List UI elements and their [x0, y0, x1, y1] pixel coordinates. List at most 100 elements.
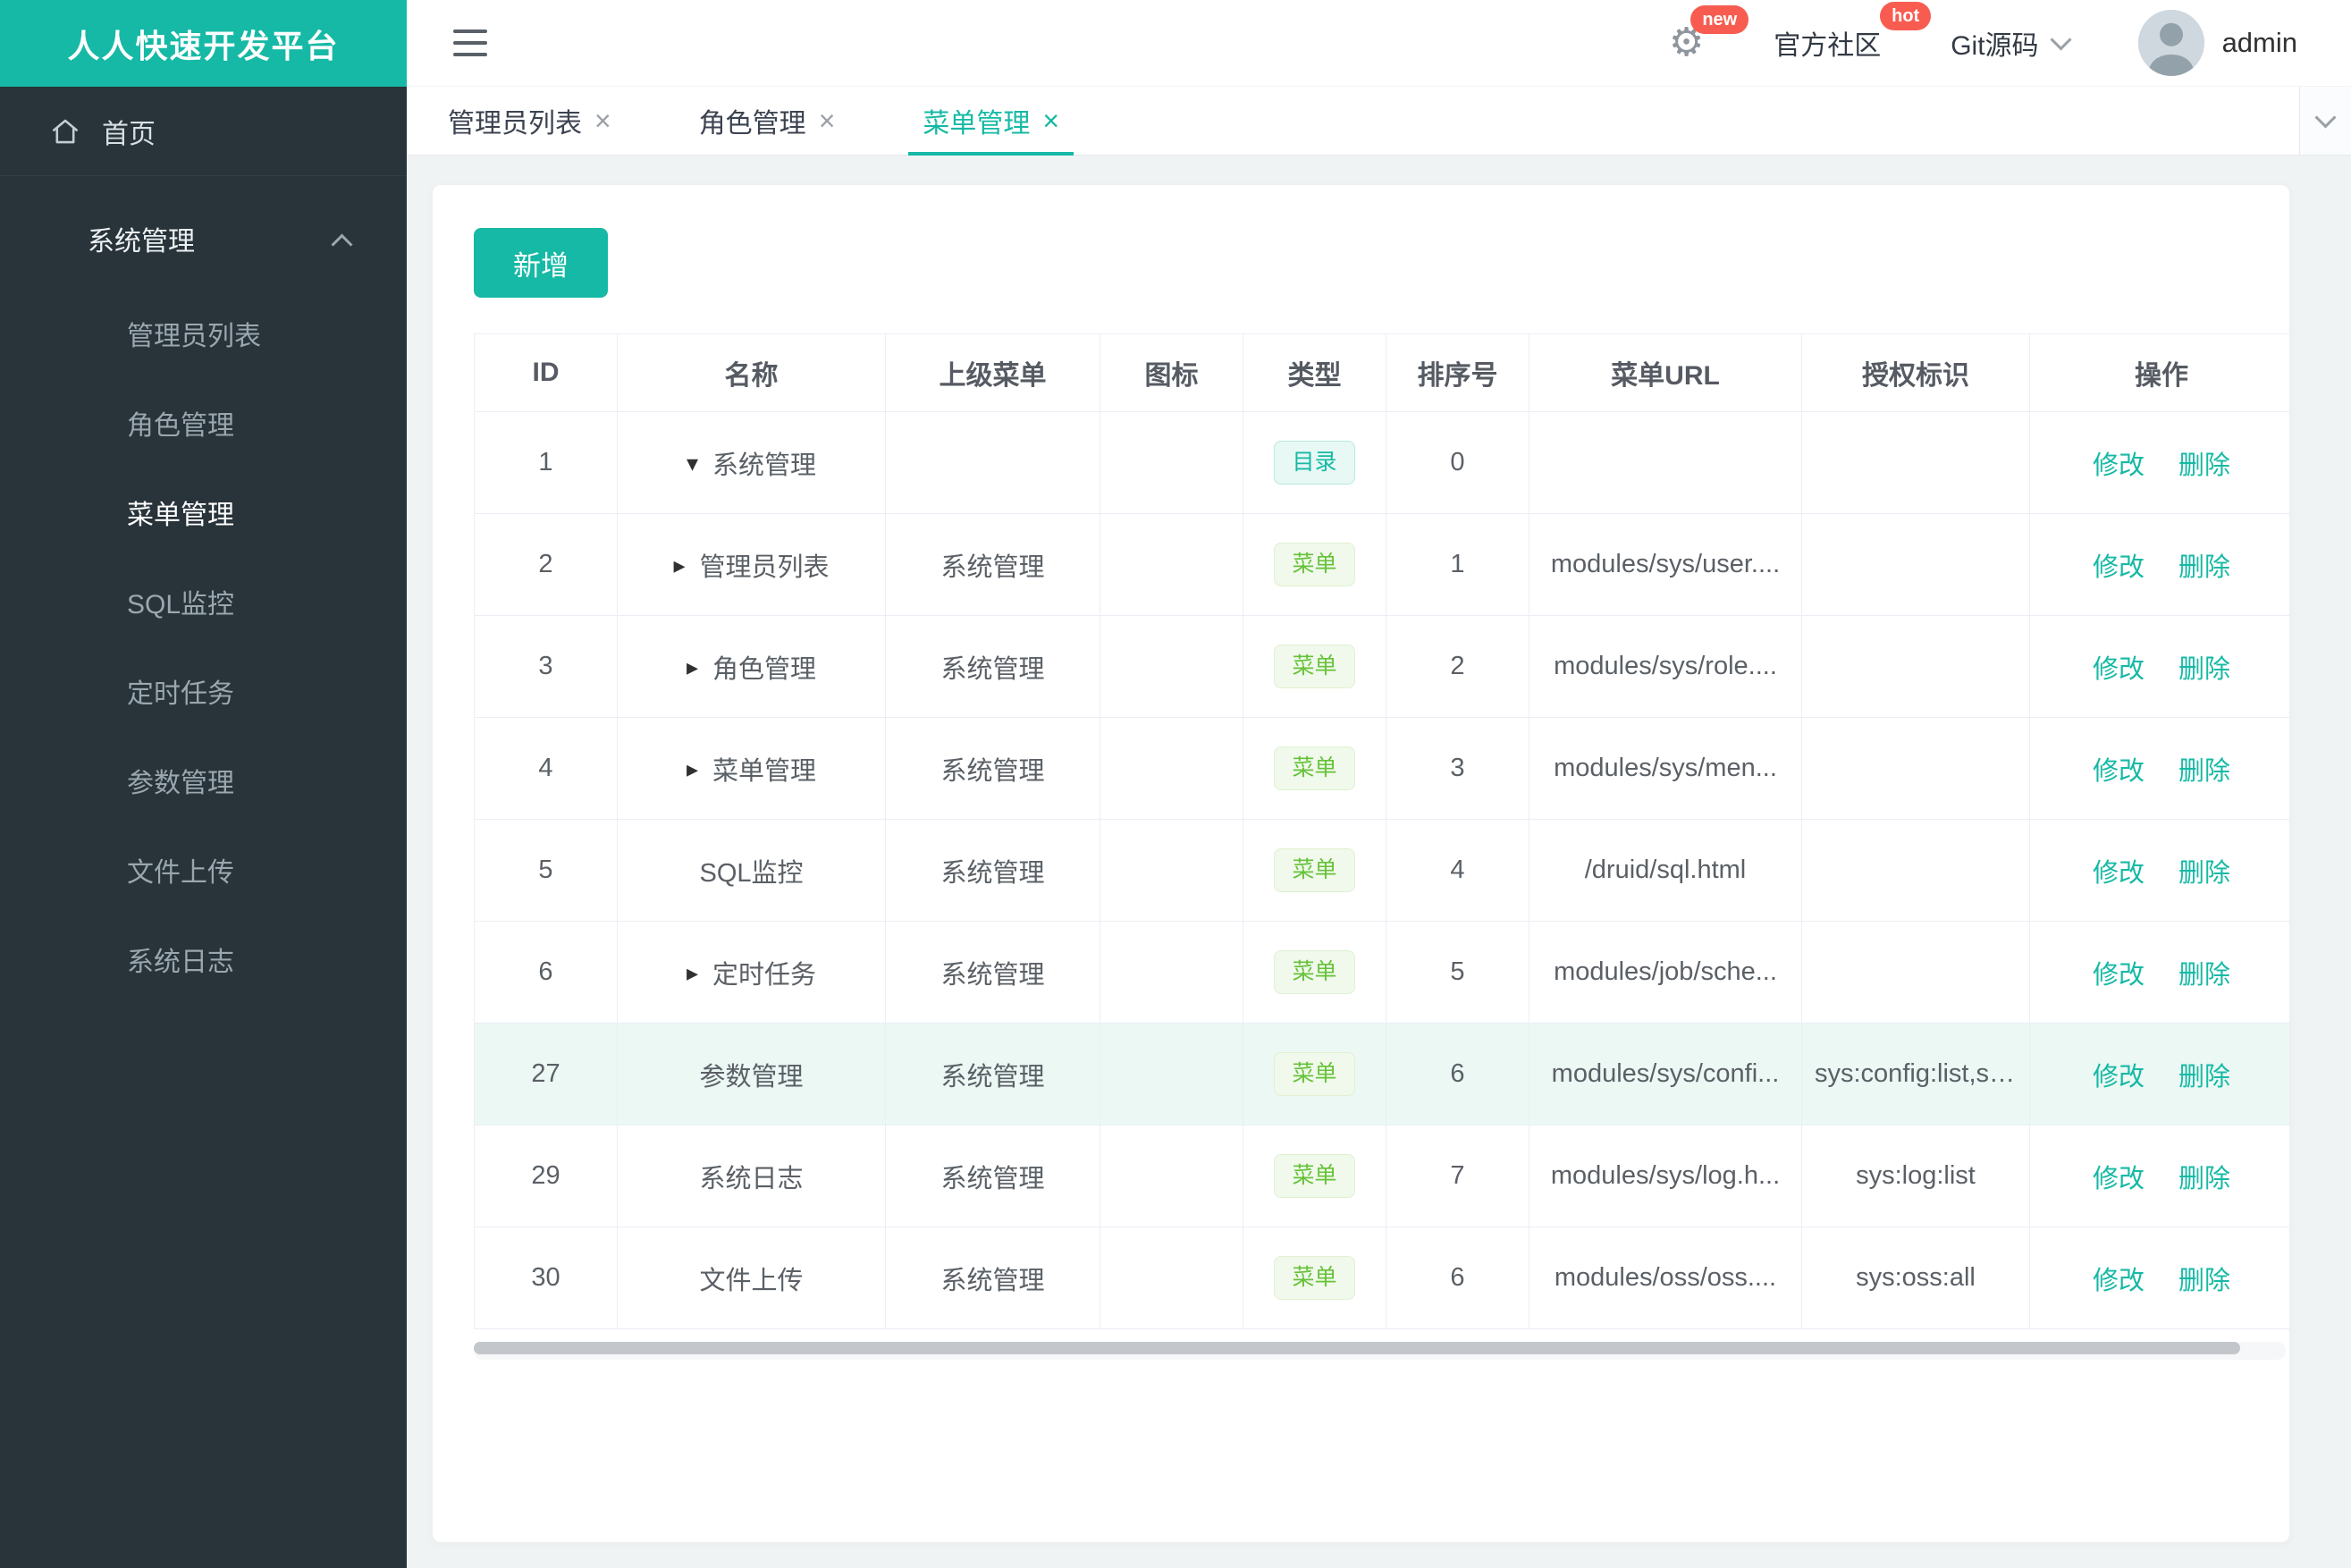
table-row-4[interactable]: 4 ▸ 菜单管理 系统管理 菜单 3 modules/sys/men... 修改 删除 [474, 717, 2289, 820]
edit-link[interactable]: 修改 [2093, 961, 2145, 990]
tab-close-icon[interactable]: × [594, 106, 611, 135]
caret-right-icon[interactable]: ▸ [687, 757, 698, 780]
sidebar-item-4[interactable]: 定时任务 [0, 646, 407, 736]
menu-table: ID 名称 上级菜单 图标 类型 排序号 菜单URL 授权标识 操作 1 ▾ 系统管理 目录 0 修改 删除… [474, 333, 2289, 1329]
horizontal-scrollbar[interactable] [474, 1342, 2286, 1360]
cell-icon [1100, 819, 1243, 922]
sidebar-item-label: SQL监控 [127, 590, 235, 620]
sidebar-item-label: 角色管理 [127, 411, 234, 441]
delete-link[interactable]: 删除 [2178, 553, 2230, 582]
sidebar-item-5[interactable]: 参数管理 [0, 736, 407, 825]
sidebar-item-label: 系统日志 [127, 948, 234, 977]
table-row-27[interactable]: 27 参数管理 系统管理 菜单 6 modules/sys/confi... sys:con… [474, 1023, 2289, 1125]
cell-parent [885, 411, 1100, 514]
delete-link[interactable]: 删除 [2178, 961, 2230, 990]
sidebar-item-7[interactable]: 系统日志 [0, 915, 407, 1004]
delete-link[interactable]: 删除 [2178, 1267, 2230, 1295]
edit-link[interactable]: 修改 [2093, 859, 2145, 888]
menu-toggle-icon[interactable] [448, 21, 493, 65]
scrollbar-thumb[interactable] [474, 1342, 2241, 1354]
name-cell-content: 文件上传 [630, 1260, 872, 1297]
name-cell-content: ▸ 定时任务 [630, 954, 872, 991]
delete-link[interactable]: 删除 [2178, 1165, 2230, 1193]
cell-type: 菜单 [1243, 615, 1386, 718]
tab-2[interactable]: 菜单管理 × [908, 87, 1074, 156]
cell-id: 6 [474, 921, 618, 1024]
sidebar-item-1[interactable]: 角色管理 [0, 378, 407, 468]
caret-down-icon[interactable]: ▾ [687, 451, 698, 475]
tab-1[interactable]: 角色管理 × [685, 87, 850, 155]
table-row-3[interactable]: 3 ▸ 角色管理 系统管理 菜单 2 modules/sys/role.... 修改 删除 [474, 615, 2289, 718]
cell-icon [1100, 1023, 1243, 1125]
caret-right-icon[interactable]: ▸ [687, 961, 698, 984]
table-row-5[interactable]: 5 SQL监控 系统管理 菜单 4/druid/sql.html 修改 删除 [474, 819, 2289, 922]
sidebar-item-label: 参数管理 [127, 769, 234, 798]
edit-link[interactable]: 修改 [2093, 1165, 2145, 1193]
tab-list-dropdown[interactable] [2299, 87, 2351, 155]
menu-name: SQL监控 [699, 858, 804, 888]
cell-actions: 修改 删除 [2029, 921, 2289, 1024]
sidebar-item-3[interactable]: SQL监控 [0, 557, 407, 646]
tab-close-icon[interactable]: × [1042, 106, 1059, 135]
type-tag: 目录 [1274, 441, 1355, 485]
table-row-29[interactable]: 29 系统日志 系统管理 菜单 7 modules/sys/log.h... sys:log… [474, 1125, 2289, 1227]
menu-name: 定时任务 [712, 960, 817, 990]
sidebar-item-2[interactable]: 菜单管理 [0, 468, 407, 557]
git-source-link[interactable]: Git源码 [1951, 23, 2072, 63]
sidebar-group-label: 系统管理 [88, 227, 195, 257]
settings-button[interactable]: ⚙ new [1669, 5, 1749, 63]
tab-bar: 管理员列表 × 角色管理 × 菜单管理 × [407, 87, 2351, 156]
cell-url: modules/sys/role.... [1529, 615, 1802, 718]
cell-id: 27 [474, 1023, 618, 1125]
avatar [2137, 10, 2204, 76]
edit-link[interactable]: 修改 [2093, 1267, 2145, 1295]
column-header-4: 类型 [1243, 333, 1386, 412]
table-row-30[interactable]: 30 文件上传 系统管理 菜单 6 modules/oss/oss.... sys:oss:… [474, 1227, 2289, 1329]
caret-right-icon[interactable]: ▸ [673, 553, 685, 577]
edit-link[interactable]: 修改 [2093, 553, 2145, 582]
menu-name: 角色管理 [712, 654, 817, 684]
cell-name: ▸ 菜单管理 [617, 717, 886, 820]
table-row-6[interactable]: 6 ▸ 定时任务 系统管理 菜单 5 modules/job/sche... 修改 删除 [474, 921, 2289, 1024]
column-header-1: 名称 [617, 333, 886, 412]
table-row-2[interactable]: 2 ▸ 管理员列表 系统管理 菜单 1 modules/sys/user.... 修改 删除 [474, 513, 2289, 616]
sidebar-item-0[interactable]: 管理员列表 [0, 289, 407, 378]
name-cell-content: 参数管理 [630, 1056, 872, 1093]
cell-parent: 系统管理 [885, 819, 1100, 922]
type-tag: 菜单 [1274, 645, 1355, 688]
main-area: ⚙ new 官方社区 hot Git源码 admin 管理员列表 × 角色管理 … [407, 0, 2351, 1568]
column-header-8: 操作 [2029, 333, 2289, 412]
cell-order: 4 [1386, 819, 1529, 922]
delete-link[interactable]: 删除 [2178, 655, 2230, 684]
tab-close-icon[interactable]: × [819, 106, 836, 135]
sidebar-item-6[interactable]: 文件上传 [0, 825, 407, 915]
delete-link[interactable]: 删除 [2178, 859, 2230, 888]
edit-link[interactable]: 修改 [2093, 451, 2145, 480]
edit-link[interactable]: 修改 [2093, 757, 2145, 786]
cell-type: 目录 [1243, 411, 1386, 514]
type-tag: 菜单 [1274, 950, 1355, 994]
delete-link[interactable]: 删除 [2178, 757, 2230, 786]
table-row-1[interactable]: 1 ▾ 系统管理 目录 0 修改 删除 [474, 411, 2289, 514]
page-content: 新增 ID 名称 上级菜单 图标 类型 排序号 菜单URL 授权标识 操作 1 ▾ 系统管理 目录 0 修… [407, 156, 2351, 1568]
cell-perm [1801, 921, 2030, 1024]
cell-actions: 修改 删除 [2029, 1227, 2289, 1329]
caret-right-icon[interactable]: ▸ [687, 655, 698, 679]
name-cell-content: ▸ 角色管理 [630, 648, 872, 686]
tab-0[interactable]: 管理员列表 × [434, 87, 626, 155]
edit-link[interactable]: 修改 [2093, 1063, 2145, 1092]
community-link[interactable]: 官方社区 hot [1774, 2, 1932, 63]
delete-link[interactable]: 删除 [2178, 451, 2230, 480]
sidebar-item-home[interactable]: 首页 [0, 87, 407, 176]
user-menu[interactable]: admin [2137, 10, 2297, 76]
name-cell-content: SQL监控 [630, 852, 872, 889]
sidebar-nav: 首页 系统管理 管理员列表角色管理菜单管理 SQL监控定时任务参数管理文件上传系统… [0, 87, 407, 1004]
cell-perm: sys:oss:all [1801, 1227, 2030, 1329]
cell-perm [1801, 513, 2030, 616]
cell-perm [1801, 819, 2030, 922]
sidebar-group-system[interactable]: 系统管理 [0, 189, 407, 289]
add-button[interactable]: 新增 [474, 228, 608, 298]
edit-link[interactable]: 修改 [2093, 655, 2145, 684]
delete-link[interactable]: 删除 [2178, 1063, 2230, 1092]
cell-type: 菜单 [1243, 1125, 1386, 1227]
